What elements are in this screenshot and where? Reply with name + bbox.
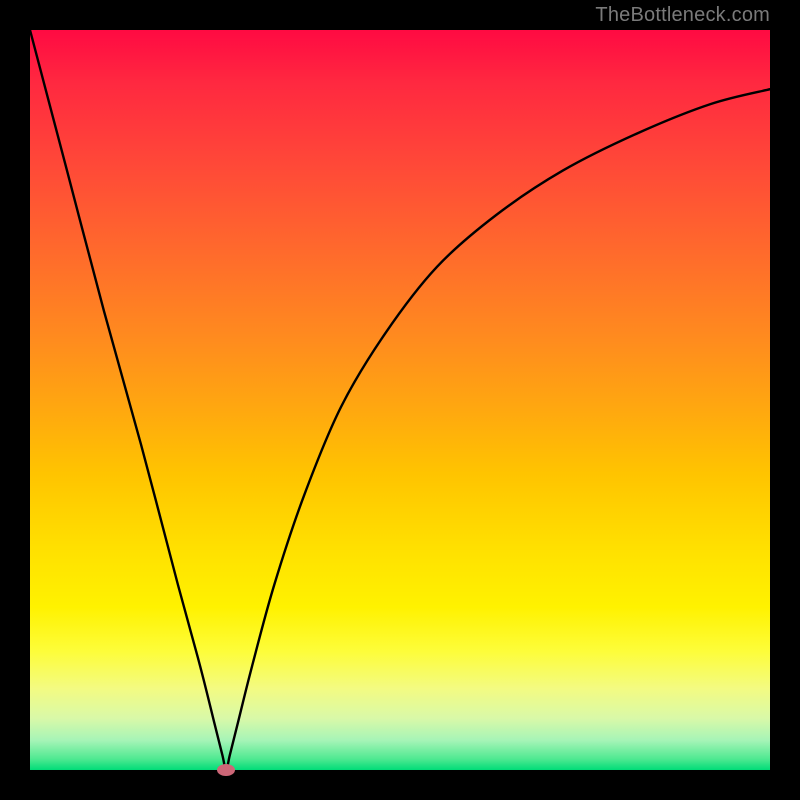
optimum-point-marker	[217, 764, 235, 776]
watermark-text: TheBottleneck.com	[595, 4, 770, 27]
chart-frame: TheBottleneck.com	[0, 0, 800, 800]
plot-area	[30, 30, 770, 770]
bottleneck-curve	[30, 30, 770, 770]
